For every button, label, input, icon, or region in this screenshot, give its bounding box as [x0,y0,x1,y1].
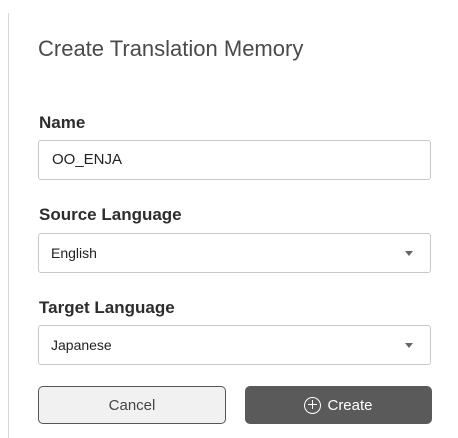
plus-circle-icon [304,396,322,414]
source-language-value: English [51,245,97,261]
create-button-label: Create [327,396,373,414]
name-label: Name [39,113,86,132]
chevron-down-icon [405,343,413,348]
cancel-button-label: Cancel [108,396,156,414]
name-input-value: OO_ENJA [52,151,123,168]
create-button[interactable]: Create [245,386,432,424]
dialog-left-divider [8,13,9,438]
dialog-title: Create Translation Memory [38,36,304,61]
target-language-label: Target Language [39,298,175,317]
source-language-label: Source Language [39,205,182,224]
name-input[interactable]: OO_ENJA [38,140,431,180]
target-language-select[interactable]: Japanese [38,325,431,365]
create-translation-memory-dialog: Create Translation Memory Name OO_ENJA S… [0,0,458,438]
cancel-button[interactable]: Cancel [38,386,226,424]
source-language-select[interactable]: English [38,233,431,273]
chevron-down-icon [405,251,413,256]
target-language-value: Japanese [51,337,112,353]
